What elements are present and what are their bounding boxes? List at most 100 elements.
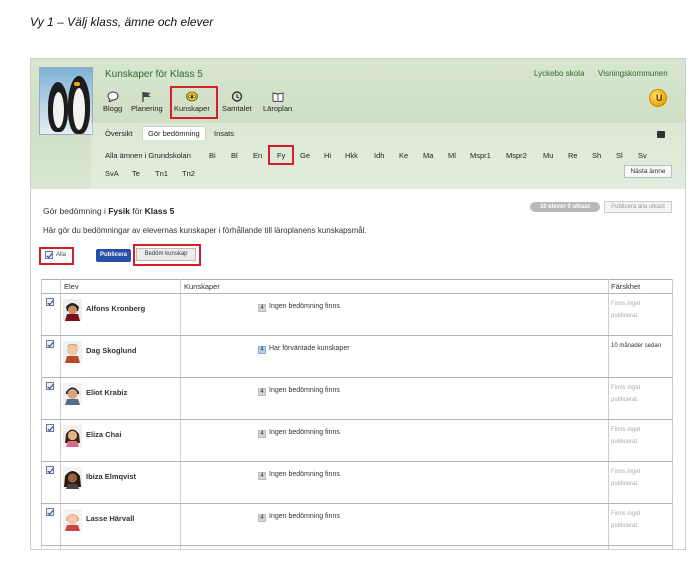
row-checkbox[interactable] xyxy=(46,298,54,306)
school-link[interactable]: Lyckebo skola xyxy=(534,69,584,78)
row-checkbox[interactable] xyxy=(46,340,54,348)
freshness: Finns inget publicerat. xyxy=(611,382,666,406)
heading-subject: Fysik xyxy=(108,206,130,216)
freshness: Finns inget publicerat. xyxy=(611,298,666,322)
student-name[interactable]: Lasse Härvall xyxy=(86,514,134,523)
student-name[interactable]: Eliot Krabiz xyxy=(86,388,127,397)
next-subject-button[interactable]: Nästa ämne xyxy=(624,165,672,178)
subject-ma[interactable]: Ma xyxy=(423,151,433,160)
subject-re[interactable]: Re xyxy=(568,151,578,160)
knowledge-count: 4 xyxy=(258,430,266,438)
student-name[interactable]: Eliza Chai xyxy=(86,430,121,439)
table-row[interactable]: Dag Skoglund 4 Har förväntade kunskaper … xyxy=(41,335,673,377)
subject-bl[interactable]: Bl xyxy=(231,151,238,160)
student-avatar xyxy=(63,425,82,447)
knowledge-count: 4 xyxy=(258,304,266,312)
freshness-line: publicerat. xyxy=(611,481,639,487)
knowledge-status: Ingen bedömning finns xyxy=(269,513,340,520)
tab-gor-bedomning[interactable]: Gör bedömning xyxy=(142,126,206,140)
table-row[interactable]: Alfons Kronberg 4 Ingen bedömning finns … xyxy=(41,293,673,335)
nav-blogg-label: Blogg xyxy=(103,104,123,113)
app-header: Kunskaper för Klass 5 Lyckebo skola Visn… xyxy=(31,59,685,189)
subject-bi[interactable]: Bi xyxy=(209,151,216,160)
row-checkbox[interactable] xyxy=(46,466,54,474)
subject-tn2[interactable]: Tn2 xyxy=(182,169,195,178)
kunskaper-highlight-box xyxy=(170,86,218,119)
subject-alla[interactable]: Alla ämnen i Grundskolan xyxy=(105,151,191,160)
tab-insats[interactable]: Insats xyxy=(214,129,234,138)
nav-blogg[interactable]: Blogg xyxy=(103,91,122,113)
publish-drafts-button[interactable]: Publicera alla utkast xyxy=(604,201,672,213)
select-all-checkbox[interactable] xyxy=(45,251,53,259)
chat-icon xyxy=(231,91,242,102)
subject-hkk[interactable]: Hkk xyxy=(345,151,358,160)
assessment-heading: Gör bedömning i Fysik för Klass 5 xyxy=(43,206,174,216)
freshness: Finns inget publicerat. xyxy=(611,466,666,490)
nav-laroplan[interactable]: Läroplan xyxy=(263,91,292,113)
nav-planering[interactable]: Planering xyxy=(131,91,163,113)
nav-samtalet[interactable]: Samtalet xyxy=(222,91,252,113)
subject-mspr1[interactable]: Mspr1 xyxy=(470,151,491,160)
freshness-line: publicerat. xyxy=(611,397,639,403)
screenshot-root: { "doc_title": "Vy 1 – Välj klass, ämne … xyxy=(0,0,696,575)
subject-sl[interactable]: Sl xyxy=(616,151,623,160)
subject-mu[interactable]: Mu xyxy=(543,151,553,160)
freshness-line: publicerat. xyxy=(611,313,639,319)
subject-ke[interactable]: Ke xyxy=(399,151,408,160)
student-name[interactable]: Ibiza Elmqvist xyxy=(86,472,136,481)
subject-tn1[interactable]: Tn1 xyxy=(155,169,168,178)
student-name[interactable]: Dag Skoglund xyxy=(86,346,136,355)
book-icon xyxy=(272,92,284,102)
knowledge-count: 4 xyxy=(258,346,266,354)
subject-ml[interactable]: Ml xyxy=(448,151,456,160)
subject-en[interactable]: En xyxy=(253,151,262,160)
table-row[interactable]: Ibiza Elmqvist 4 Ingen bedömning finns F… xyxy=(41,461,673,503)
subject-ge[interactable]: Ge xyxy=(300,151,310,160)
student-avatar xyxy=(63,299,82,321)
nav-samtalet-label: Samtalet xyxy=(222,104,252,113)
municipality-link[interactable]: Visningskommunen xyxy=(598,69,668,78)
table-row[interactable]: Eliza Chai 4 Ingen bedömning finns Finns… xyxy=(41,419,673,461)
freshness-line: publicerat. xyxy=(611,439,639,445)
freshness-line: 10 månader sedan xyxy=(611,343,662,349)
tab-oversikt[interactable]: Översikt xyxy=(105,129,133,138)
table-row[interactable]: Eliot Krabiz 4 Ingen bedömning finns Fin… xyxy=(41,377,673,419)
knowledge-count: 4 xyxy=(258,472,266,480)
flag-icon xyxy=(142,92,151,102)
nav-planering-label: Planering xyxy=(131,104,163,113)
app-window: Kunskaper för Klass 5 Lyckebo skola Visn… xyxy=(30,58,686,550)
subject-te[interactable]: Te xyxy=(132,169,140,178)
assess-knowledge-button[interactable]: Bedöm kunskap xyxy=(136,248,196,261)
freshness: Finns inget publicerat. xyxy=(611,508,666,532)
knowledge-status: Ingen bedömning finns xyxy=(269,387,340,394)
subject-idh[interactable]: Idh xyxy=(374,151,384,160)
user-avatar[interactable]: U xyxy=(649,89,667,107)
subject-hi[interactable]: Hi xyxy=(324,151,331,160)
fy-highlight-box xyxy=(268,145,294,165)
knowledge-status: Ingen bedömning finns xyxy=(269,429,340,436)
row-checkbox[interactable] xyxy=(46,508,54,516)
row-checkbox[interactable] xyxy=(46,424,54,432)
freshness: 10 månader sedan xyxy=(611,340,666,352)
subject-sv[interactable]: Sv xyxy=(638,151,647,160)
knowledge-status: Ingen bedömning finns xyxy=(269,471,340,478)
subject-mspr2[interactable]: Mspr2 xyxy=(506,151,527,160)
publish-button[interactable]: Publicera xyxy=(96,249,131,262)
knowledge-status: Har förväntade kunskaper xyxy=(269,345,350,352)
freshness-line: Finns inget xyxy=(611,469,641,475)
column-header-elev: Elev xyxy=(64,282,79,291)
row-checkbox[interactable] xyxy=(46,382,54,390)
print-icon[interactable] xyxy=(657,131,665,138)
subject-sh[interactable]: Sh xyxy=(592,151,601,160)
table-row xyxy=(41,545,673,549)
freshness-line: Finns inget xyxy=(611,385,641,391)
table-row[interactable]: Lasse Härvall 4 Ingen bedömning finns Fi… xyxy=(41,503,673,545)
document-title: Vy 1 – Välj klass, ämne och elever xyxy=(30,15,214,29)
student-name[interactable]: Alfons Kronberg xyxy=(86,304,145,313)
subject-sva[interactable]: SvA xyxy=(105,169,119,178)
nav-laroplan-label: Läroplan xyxy=(263,104,293,113)
heading-prefix: Gör bedömning i xyxy=(43,206,106,216)
avatar-letter: U xyxy=(656,93,663,103)
freshness-line: Finns inget xyxy=(611,511,641,517)
freshness-line: Finns inget xyxy=(611,301,641,307)
